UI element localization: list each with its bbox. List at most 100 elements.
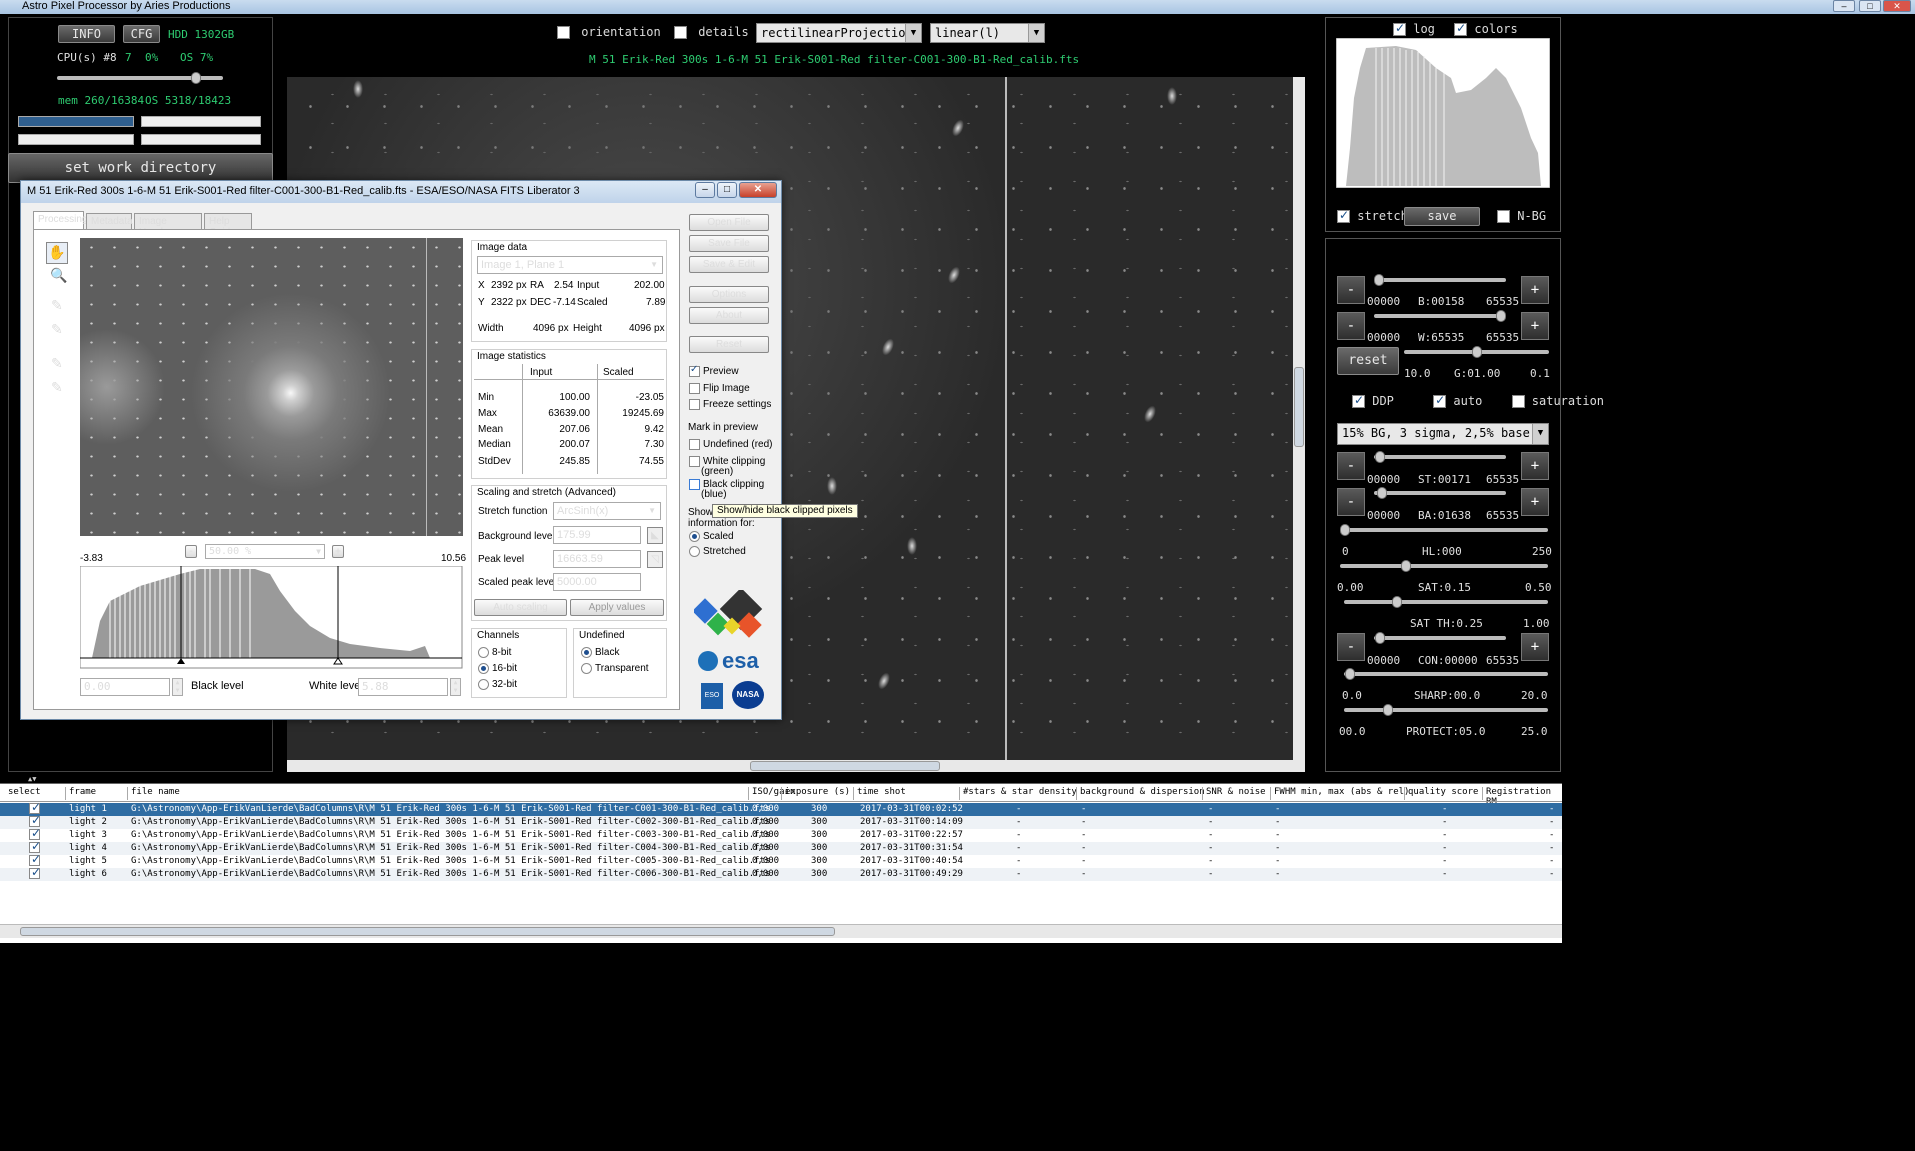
con-minus-button[interactable]: - (1337, 633, 1365, 661)
w-slider[interactable] (1374, 314, 1506, 318)
hl-slider-knob[interactable] (1340, 524, 1350, 536)
radio-16bit[interactable] (478, 663, 489, 674)
column-divider[interactable] (1076, 787, 1077, 800)
preset-select[interactable]: 15% BG, 3 sigma, 2,5% base ▼ (1337, 423, 1549, 445)
protect-slider-knob[interactable] (1383, 704, 1393, 716)
white-level-stepper[interactable]: ▲ ▼ (450, 678, 461, 696)
stretch-checkbox[interactable] (1337, 208, 1350, 223)
about-button[interactable]: About (689, 307, 769, 324)
tab-metadata[interactable]: Metadata (86, 213, 133, 230)
undefined-red-checkbox[interactable] (689, 439, 700, 450)
white-level-input[interactable]: 5.88 (358, 678, 448, 696)
preview-checkbox[interactable] (689, 364, 700, 377)
sharp-slider-knob[interactable] (1345, 668, 1355, 680)
cfg-button[interactable]: CFG (123, 25, 160, 43)
tab-image-headers[interactable]: Image Headers (134, 213, 202, 238)
st-slider-knob[interactable] (1375, 451, 1385, 463)
b-slider[interactable] (1374, 278, 1506, 282)
st-slider[interactable] (1374, 455, 1506, 459)
save-edit-button[interactable]: Save & Edit (689, 256, 769, 273)
background-level-input[interactable]: 175.99 (553, 526, 641, 544)
protect-slider[interactable] (1344, 708, 1548, 712)
freeze-checkbox[interactable] (689, 399, 700, 410)
ba-plus-button[interactable]: + (1521, 488, 1549, 516)
sat-th-slider[interactable] (1344, 600, 1548, 604)
table-row[interactable]: light 2 G:\Astronomy\App-ErikVanLierde\Ba… (0, 814, 1562, 829)
table-row[interactable]: light 5 G:\Astronomy\App-ErikVanLierde\Ba… (0, 853, 1562, 868)
radio-32bit[interactable] (478, 679, 489, 690)
white-clipping-checkbox[interactable] (689, 456, 700, 467)
close-icon[interactable]: ✕ (739, 182, 777, 198)
save-file-button[interactable]: Save File (689, 235, 769, 252)
table-row[interactable]: light 4 G:\Astronomy\App-ErikVanLierde\Ba… (0, 840, 1562, 855)
freeze-row[interactable]: Freeze settings (689, 399, 771, 410)
table-row[interactable]: light 6 G:\Astronomy\App-ErikVanLierde\Ba… (0, 866, 1562, 881)
channel-16bit[interactable]: 16-bit (478, 663, 517, 674)
channel-8bit[interactable]: 8-bit (478, 647, 511, 658)
scrollbar-thumb[interactable] (20, 927, 835, 936)
channel-32bit[interactable]: 32-bit (478, 679, 517, 690)
st-minus-button[interactable]: - (1337, 452, 1365, 480)
undefined-transparent[interactable]: Transparent (581, 663, 649, 674)
radio-scaled[interactable] (689, 531, 700, 542)
column-header[interactable]: frame (69, 787, 96, 801)
info-button[interactable]: INFO (58, 25, 115, 43)
stretch-function-select[interactable]: ArcSinh(x) ▼ (553, 502, 661, 520)
column-divider[interactable] (959, 787, 960, 800)
flip-row[interactable]: Flip Image (689, 383, 750, 394)
scrollbar-thumb[interactable] (1294, 367, 1304, 447)
black-clipping-checkbox[interactable] (689, 479, 700, 490)
cpu-slider-knob[interactable] (191, 72, 201, 84)
apply-values-button[interactable]: Apply values (570, 599, 664, 616)
column-divider[interactable] (1482, 787, 1483, 800)
close-icon[interactable]: ✕ (1883, 0, 1911, 12)
minimize-icon[interactable]: – (695, 182, 715, 198)
show-scaled-row[interactable]: Scaled (689, 531, 734, 542)
saturation-checkbox[interactable] (1511, 395, 1525, 408)
table-row[interactable]: light 3 G:\Astronomy\App-ErikVanLierde\Ba… (0, 827, 1562, 842)
peak-picker-icon[interactable]: ◹ (647, 551, 663, 568)
projection-select[interactable]: rectilinearProjection ▼ (756, 23, 922, 43)
ba-slider-knob[interactable] (1377, 487, 1387, 499)
nbg-checkbox[interactable] (1497, 210, 1510, 223)
st-plus-button[interactable]: + (1521, 452, 1549, 480)
minimize-icon[interactable]: – (1833, 0, 1855, 12)
splitter[interactable]: ▲▼ (0, 775, 1562, 783)
options-button[interactable]: Options (689, 286, 769, 303)
radio-transparent[interactable] (581, 663, 592, 674)
hand-tool-icon[interactable]: ✋ (46, 242, 68, 264)
maximize-icon[interactable]: □ (717, 182, 737, 198)
zoom-select[interactable]: 50.00 % ▼ (205, 544, 325, 559)
reset-button[interactable]: reset (1337, 347, 1399, 375)
column-divider[interactable] (781, 787, 782, 800)
sat-th-slider-knob[interactable] (1392, 596, 1402, 608)
open-file-button[interactable]: Open File (689, 214, 769, 231)
black-level-input[interactable]: 0.00 (80, 678, 170, 696)
black-clipping-row[interactable]: Black clipping (blue) (689, 479, 764, 500)
b-slider-knob[interactable] (1374, 274, 1384, 286)
table-row[interactable]: light 1 G:\Astronomy\App-ErikVanLierde\Ba… (0, 801, 1562, 816)
preview-row[interactable]: Preview (689, 364, 739, 377)
viewer-horizontal-scrollbar[interactable] (287, 760, 1305, 772)
maximize-icon[interactable]: □ (1859, 0, 1881, 12)
column-header[interactable]: exposure (s) (785, 787, 850, 801)
column-header[interactable]: FWHM min, max (abs & rel) (1274, 787, 1409, 801)
radio-stretched[interactable] (689, 546, 700, 557)
column-header[interactable]: file name (131, 787, 180, 801)
orientation-checkbox[interactable] (557, 26, 570, 39)
zoom-out-button[interactable]: - (185, 545, 197, 558)
select-checkbox[interactable] (29, 866, 41, 879)
show-stretched-row[interactable]: Stretched (689, 546, 746, 557)
column-divider[interactable] (65, 787, 66, 800)
radio-8bit[interactable] (478, 647, 489, 658)
column-divider[interactable] (1404, 787, 1405, 800)
column-divider[interactable] (853, 787, 854, 800)
column-divider[interactable] (1202, 787, 1203, 800)
radio-black[interactable] (581, 647, 592, 658)
column-divider[interactable] (127, 787, 128, 800)
table-horizontal-scrollbar[interactable] (0, 924, 1562, 938)
tab-help-guide[interactable]: Help Guide (204, 213, 252, 238)
column-divider[interactable] (748, 787, 749, 800)
con-plus-button[interactable]: + (1521, 633, 1549, 661)
scaled-peak-input[interactable]: 5000.00 (553, 573, 641, 591)
